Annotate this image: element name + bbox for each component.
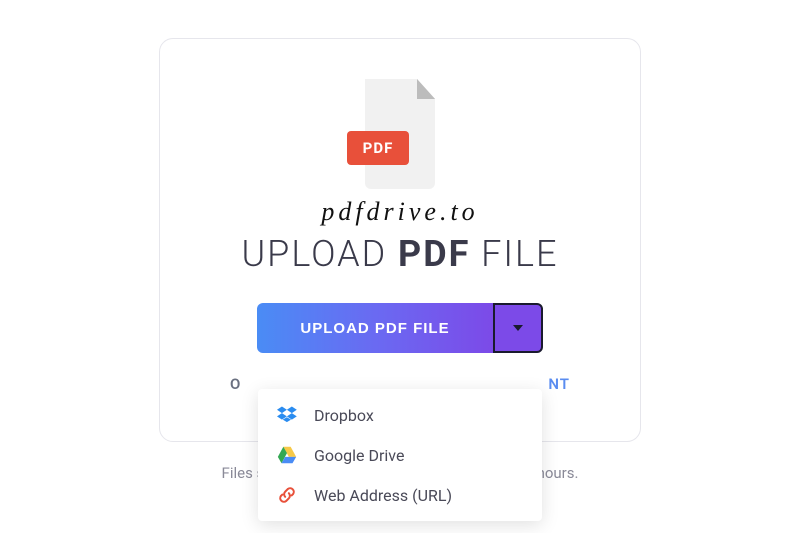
obscured-left: O bbox=[230, 375, 241, 393]
menu-label-url: Web Address (URL) bbox=[314, 486, 452, 505]
heading-post: FILE bbox=[470, 233, 558, 275]
link-icon bbox=[276, 484, 298, 506]
heading-pre: UPLOAD bbox=[241, 233, 398, 275]
upload-heading: UPLOAD PDF FILE bbox=[241, 233, 558, 275]
pdf-file-icon: PDF bbox=[355, 79, 445, 189]
dropbox-icon bbox=[276, 404, 298, 426]
menu-item-url[interactable]: Web Address (URL) bbox=[258, 475, 542, 515]
obscured-right: NT bbox=[548, 375, 570, 393]
menu-item-google-drive[interactable]: Google Drive bbox=[258, 435, 542, 475]
dropdown-toggle-button[interactable] bbox=[493, 303, 543, 353]
upload-card: PDF UPLOAD PDF FILE UPLOAD PDF FILE O NT… bbox=[159, 38, 641, 442]
caret-down-icon bbox=[513, 325, 523, 331]
menu-item-dropbox[interactable]: Dropbox bbox=[258, 395, 542, 435]
google-drive-icon bbox=[276, 444, 298, 466]
upload-button-group: UPLOAD PDF FILE bbox=[257, 303, 543, 353]
upload-button[interactable]: UPLOAD PDF FILE bbox=[257, 303, 493, 353]
heading-bold: PDF bbox=[398, 233, 470, 275]
menu-label-google-drive: Google Drive bbox=[314, 446, 404, 465]
menu-label-dropbox: Dropbox bbox=[314, 406, 374, 425]
pdf-badge: PDF bbox=[347, 131, 409, 165]
upload-source-dropdown: Dropbox Google Drive Web Address (URL) bbox=[258, 389, 542, 521]
